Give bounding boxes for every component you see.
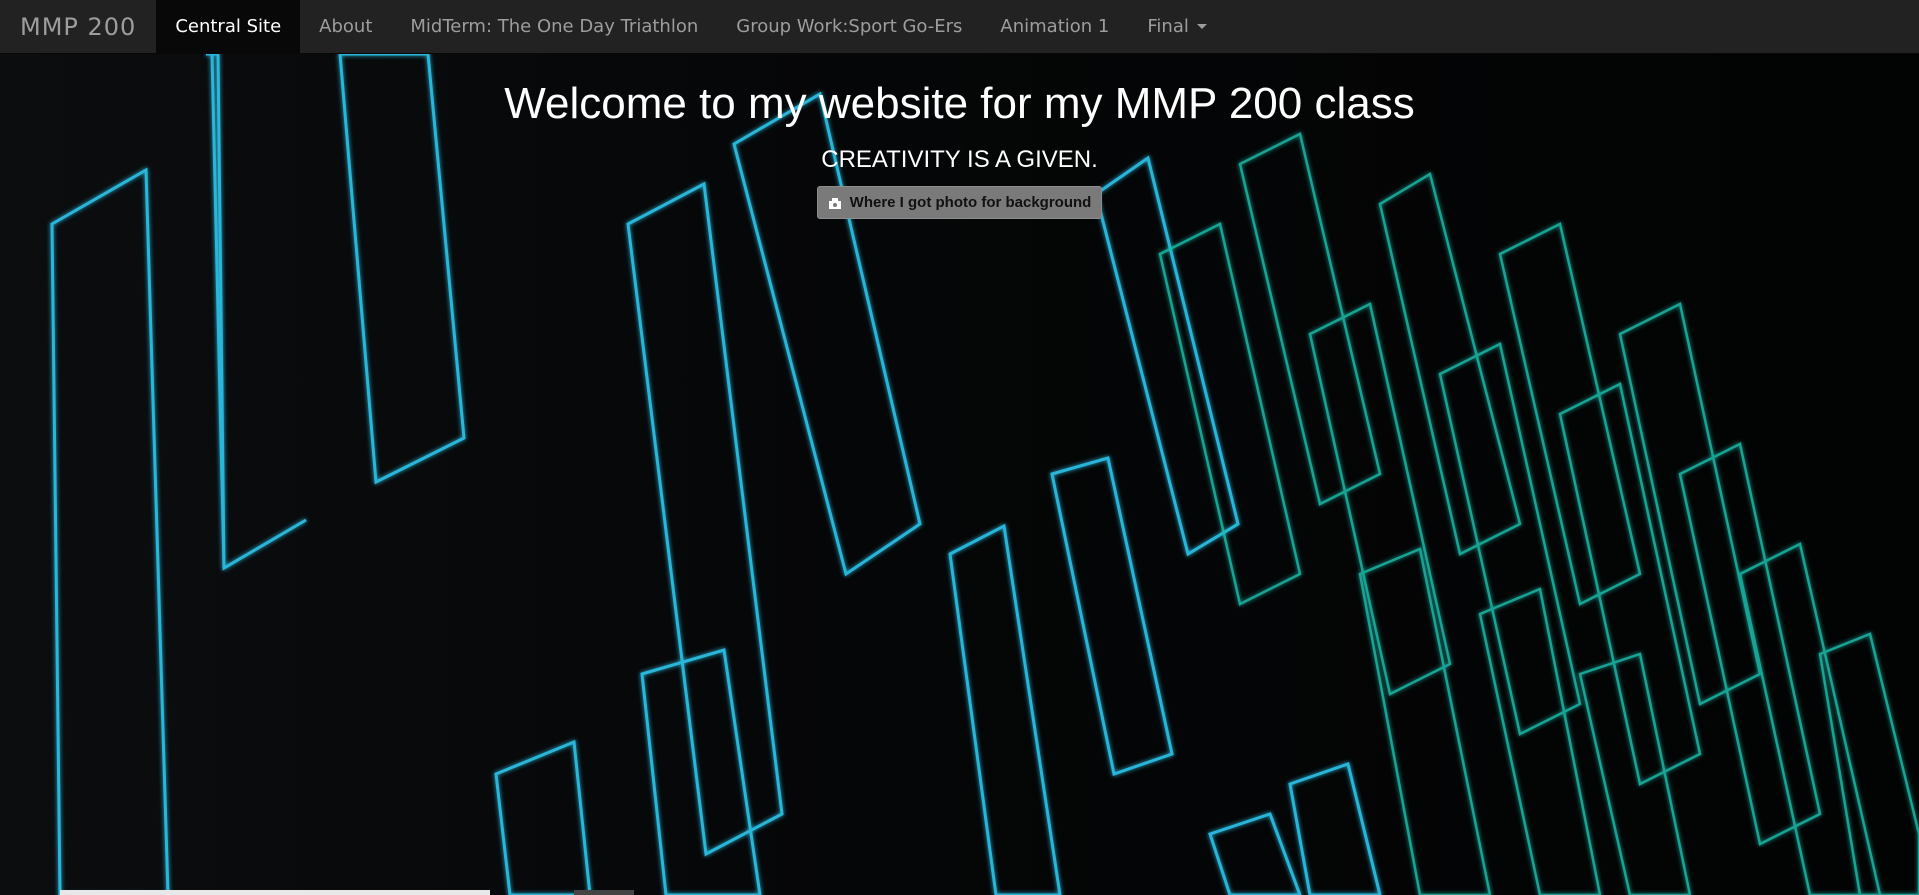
hero-title: Welcome to my website for my MMP 200 cla… [504, 79, 1415, 128]
hero-content: Welcome to my website for my MMP 200 cla… [0, 54, 1919, 219]
photo-credit-label: Where I got photo for background [849, 194, 1092, 211]
nav-item-label: Central Site [175, 16, 282, 37]
horizontal-scrollbar-track[interactable] [60, 890, 490, 895]
hero-subtitle: CREATIVITY IS A GIVEN. [821, 146, 1098, 173]
nav-item-final-dropdown[interactable]: Final [1128, 0, 1225, 53]
horizontal-scrollbar-thumb[interactable] [574, 890, 634, 895]
navbar: MMP 200 Central Site About MidTerm: The … [0, 0, 1919, 54]
camera-icon [828, 197, 841, 209]
nav-item-label: Final [1147, 16, 1189, 37]
nav-item-label: Animation 1 [1000, 16, 1110, 37]
nav-item-label: MidTerm: The One Day Triathlon [410, 16, 699, 37]
caret-down-icon [1196, 24, 1207, 29]
nav-item-animation-1[interactable]: Animation 1 [981, 0, 1128, 53]
nav-item-about[interactable]: About [300, 0, 391, 53]
nav-item-label: About [319, 16, 373, 37]
nav-item-midterm[interactable]: MidTerm: The One Day Triathlon [391, 0, 717, 53]
nav-item-central-site[interactable]: Central Site [156, 0, 301, 53]
nav-item-label: Group Work:Sport Go-Ers [736, 16, 963, 37]
nav-item-group-work[interactable]: Group Work:Sport Go-Ers [717, 0, 981, 53]
brand-link[interactable]: MMP 200 [0, 0, 156, 53]
photo-credit-button[interactable]: Where I got photo for background [816, 186, 1103, 219]
nav-menu: Central Site About MidTerm: The One Day … [156, 0, 1226, 53]
